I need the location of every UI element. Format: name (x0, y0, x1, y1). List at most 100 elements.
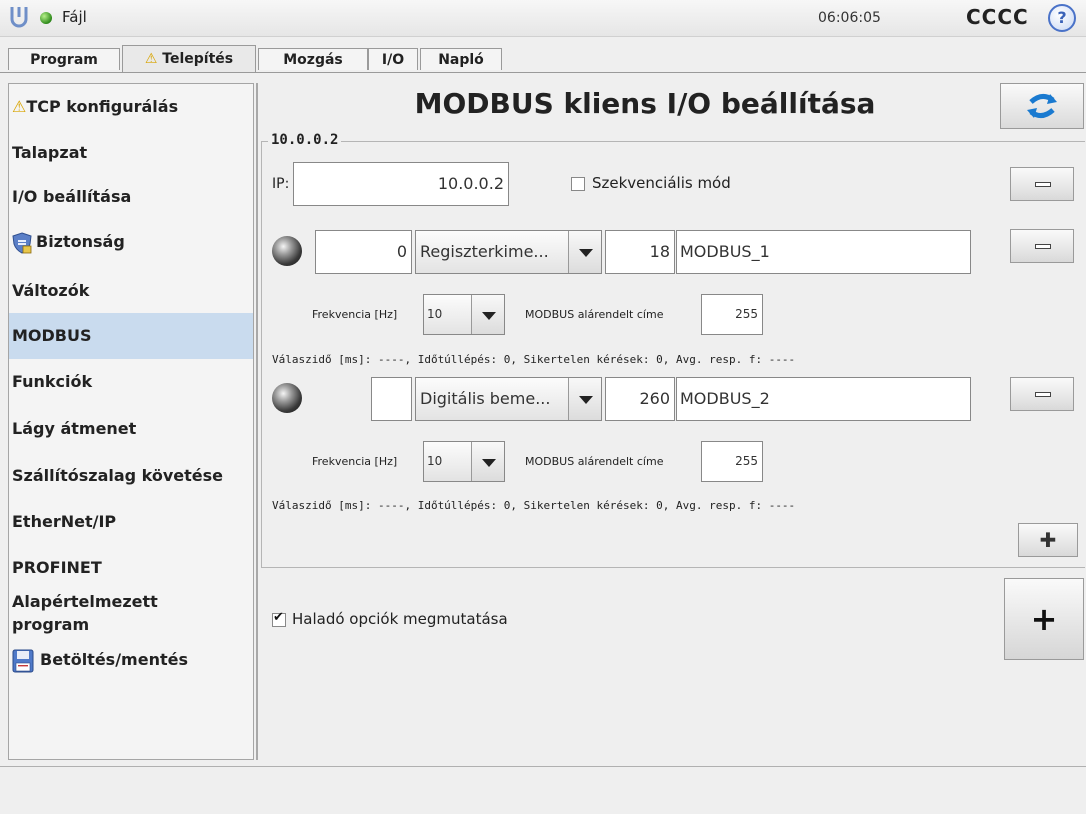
signal-name-field[interactable]: MODBUS_2 (676, 377, 971, 421)
footer-divider (0, 766, 1086, 767)
tab-label: Mozgás (283, 52, 343, 68)
client-ip-legend: 10.0.0.2 (268, 132, 342, 148)
dropdown-button[interactable] (568, 378, 601, 420)
sidebar-item-label: Funkciók (12, 372, 93, 391)
floppy-icon (12, 649, 34, 672)
file-menu[interactable]: Fájl (62, 8, 87, 26)
chevron-down-icon (579, 249, 593, 257)
signal-name-field[interactable]: MODBUS_1 (676, 230, 971, 274)
tab-program[interactable]: Program (8, 48, 120, 70)
remove-signal-button[interactable] (1010, 377, 1074, 411)
refresh-button[interactable] (1000, 83, 1084, 129)
shield-icon (12, 231, 32, 254)
slave-address-field[interactable]: 255 (701, 294, 763, 335)
sidebar-item-label: Talapzat (12, 143, 88, 162)
signal-type-value: Regiszterkime... (420, 242, 549, 261)
sidebar-item-label: Alapértelmezett program (12, 592, 158, 634)
sidebar-item-default-program[interactable]: Alapértelmezett program (9, 590, 209, 640)
tab-move[interactable]: Mozgás (258, 48, 368, 70)
signal-status-led-icon (272, 236, 302, 266)
main-tabs: Program ⚠ Telepítés Mozgás I/O Napló (0, 45, 1086, 73)
sidebar-item-tcp[interactable]: ⚠TCP konfigurálás (9, 92, 253, 122)
sidebar-item-label: Szállítószalag követése (12, 466, 224, 485)
dropdown-button[interactable] (568, 231, 601, 273)
minus-icon (1035, 182, 1051, 187)
sequential-mode-label: Szekvenciális mód (592, 174, 731, 192)
frequency-label: Frekvencia [Hz] (312, 455, 398, 468)
tab-label: Program (30, 52, 98, 68)
minus-icon (1035, 244, 1051, 249)
status-dot-icon (40, 12, 52, 24)
sidebar-item-label: TCP konfigurálás (26, 97, 179, 116)
chevron-down-icon (482, 311, 496, 320)
signal-status-text: Válaszidő [ms]: ----, Időtúllépés: 0, Si… (272, 353, 796, 366)
sidebar-item-load-save[interactable]: Betöltés/mentés (9, 645, 253, 675)
frequency-value: 10 (427, 307, 443, 321)
signal-type-value: Digitális beme... (420, 389, 551, 408)
tab-label: Napló (438, 52, 484, 68)
ip-label: IP: (272, 176, 290, 192)
frequency-select[interactable]: 10 (423, 441, 505, 482)
signal-value-field: 260 (605, 377, 675, 421)
advanced-options-label: Haladó opciók megmutatása (292, 610, 508, 628)
chevron-down-icon (482, 458, 496, 467)
signal-status-text: Válaszidő [ms]: ----, Időtúllépés: 0, Si… (272, 499, 796, 512)
tab-installation[interactable]: ⚠ Telepítés (122, 45, 256, 72)
sidebar-item-conveyor-tracking[interactable]: Szállítószalag követése (9, 461, 253, 491)
warning-icon: ⚠ (12, 97, 27, 116)
remove-client-button[interactable] (1010, 167, 1074, 201)
help-icon[interactable]: ? (1048, 4, 1076, 32)
sidebar-item-mounting[interactable]: Talapzat (9, 138, 253, 168)
sidebar-item-label: PROFINET (12, 558, 102, 577)
dropdown-button[interactable] (471, 295, 504, 334)
sidebar-item-profinet[interactable]: PROFINET (9, 553, 253, 583)
sidebar-item-label: I/O beállítása (12, 187, 132, 206)
sidebar-item-label: MODBUS (12, 326, 92, 345)
ip-field[interactable]: 10.0.0.2 (293, 162, 509, 206)
sidebar-item-label: Biztonság (36, 232, 125, 251)
top-bar: Fájl 06:06:05 CCCC ? (0, 0, 1086, 37)
sequential-mode-checkbox[interactable] (571, 177, 585, 191)
sidebar-item-label: Változók (12, 281, 90, 300)
tab-io[interactable]: I/O (368, 48, 418, 70)
slave-address-field[interactable]: 255 (701, 441, 763, 482)
sidebar-item-modbus[interactable]: MODBUS (9, 313, 253, 359)
add-signal-button[interactable]: ✚ (1018, 523, 1078, 557)
warning-icon: ⚠ (144, 51, 158, 67)
dropdown-button[interactable] (471, 442, 504, 481)
signal-type-select[interactable]: Regiszterkime... (415, 230, 602, 274)
chevron-down-icon (579, 396, 593, 404)
robot-name: CCCC (966, 5, 1029, 29)
tab-log[interactable]: Napló (420, 48, 502, 70)
signal-status-led-icon (272, 383, 302, 413)
sidebar-item-label: Betöltés/mentés (40, 650, 188, 669)
signal-address-field[interactable]: 0 (315, 230, 412, 274)
sidebar-item-features[interactable]: Funkciók (9, 367, 253, 397)
frequency-label: Frekvencia [Hz] (312, 308, 398, 321)
plus-icon: + (1030, 600, 1058, 638)
minus-icon (1035, 392, 1051, 397)
sidebar-item-io-setup[interactable]: I/O beállítása (9, 182, 253, 212)
tab-label: I/O (381, 52, 405, 68)
sidebar-item-ethernet-ip[interactable]: EtherNet/IP (9, 507, 253, 537)
page-title: MODBUS kliens I/O beállítása (414, 87, 876, 120)
advanced-options-checkbox[interactable] (272, 610, 286, 627)
remove-signal-button[interactable] (1010, 229, 1074, 263)
plus-icon: ✚ (1039, 528, 1057, 552)
frequency-value: 10 (427, 454, 443, 468)
slave-address-label: MODBUS alárendelt címe (525, 308, 664, 321)
signal-address-field[interactable] (371, 377, 412, 421)
sidebar-item-safety[interactable]: Biztonság (9, 227, 253, 257)
frequency-select[interactable]: 10 (423, 294, 505, 335)
add-client-button[interactable]: + (1004, 578, 1084, 660)
sidebar-item-label: EtherNet/IP (12, 512, 117, 531)
sidebar-item-smooth-transition[interactable]: Lágy átmenet (9, 414, 253, 444)
clock: 06:06:05 (818, 10, 881, 26)
sidebar: ⚠TCP konfigurálás Talapzat I/O beállítás… (8, 83, 254, 760)
signal-value-field: 18 (605, 230, 675, 274)
refresh-icon (1027, 94, 1057, 118)
sidebar-item-variables[interactable]: Változók (9, 276, 253, 306)
tab-label: Telepítés (162, 51, 234, 67)
sidebar-item-label: Lágy átmenet (12, 419, 137, 438)
signal-type-select[interactable]: Digitális beme... (415, 377, 602, 421)
